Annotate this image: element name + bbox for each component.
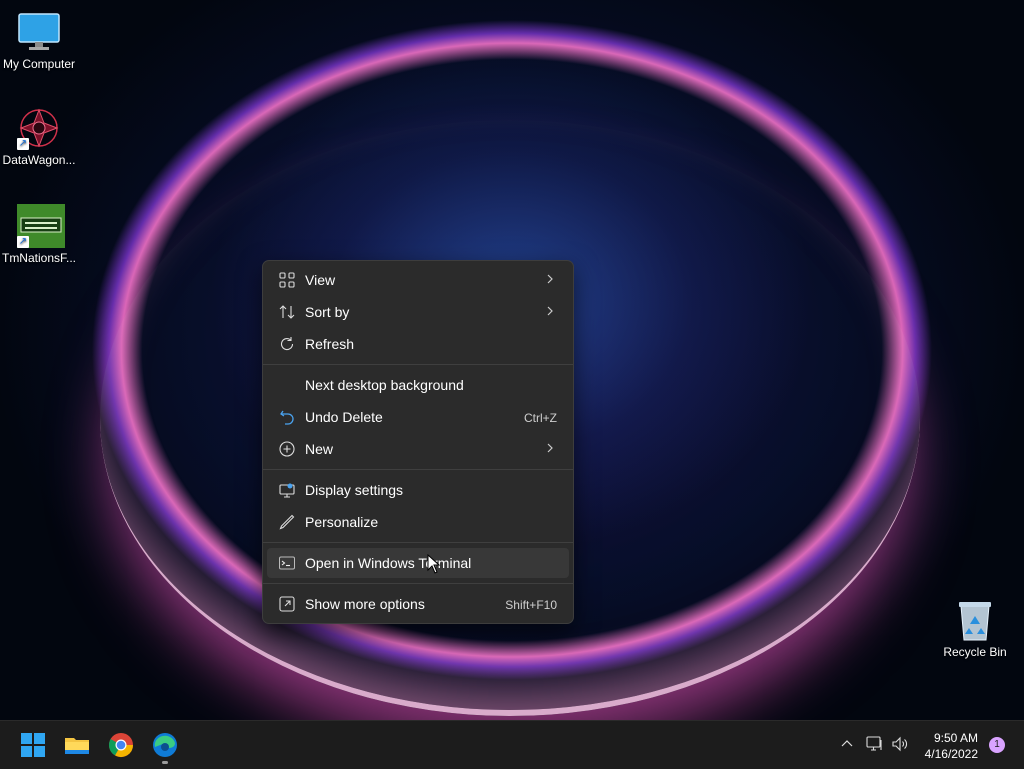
clock-time: 9:50 AM — [933, 731, 978, 745]
menu-separator — [263, 469, 573, 470]
plus-circle-icon — [279, 441, 295, 457]
menu-item-shortcut: Shift+F10 — [505, 598, 557, 612]
taskbar-clock[interactable]: 9:50 AM 4/16/2022 — [925, 730, 978, 762]
recycle-bin-icon — [953, 598, 997, 642]
chrome-icon[interactable] — [107, 731, 135, 759]
menu-item-view[interactable]: View — [267, 265, 569, 295]
desktop-icon-recycle-bin[interactable]: Recycle Bin — [936, 598, 1014, 659]
desktop-icon-datawagon[interactable]: ↗ DataWagon... — [0, 106, 78, 167]
menu-item-label: New — [305, 441, 334, 457]
menu-item-refresh[interactable]: Refresh — [267, 329, 569, 359]
menu-item-label: Sort by — [305, 304, 350, 320]
menu-item-shortcut: Ctrl+Z — [524, 411, 557, 425]
menu-item-label: Undo Delete — [305, 409, 383, 425]
desktop-icon-label: DataWagon... — [2, 153, 76, 167]
tmnations-app-icon: ↗ — [17, 204, 65, 248]
desktop-icon-tmnations[interactable]: ↗ TmNationsF... — [0, 204, 78, 265]
file-explorer-icon[interactable] — [63, 731, 91, 759]
start-icon[interactable] — [19, 731, 47, 759]
desktop-icon-label: My Computer — [2, 57, 76, 71]
shortcut-arrow-icon: ↗ — [17, 138, 29, 150]
chevron-right-icon — [545, 303, 555, 319]
clock-date: 4/16/2022 — [924, 747, 978, 761]
desktop-context-menu: View Sort by Refresh Next desktop backgr… — [262, 260, 574, 624]
shortcut-arrow-icon: ↗ — [17, 236, 29, 248]
pen-icon — [279, 514, 295, 530]
taskbar: 9:50 AM 4/16/2022 1 — [0, 720, 1024, 769]
desktop-icon-label: Recycle Bin — [943, 645, 1007, 659]
grid-icon — [279, 272, 295, 288]
menu-item-display-settings[interactable]: Display settings — [267, 475, 569, 505]
menu-item-personalize[interactable]: Personalize — [267, 507, 569, 537]
desktop-icon-label: TmNationsF... — [1, 251, 76, 265]
menu-item-label: Refresh — [305, 336, 355, 352]
terminal-icon — [279, 555, 295, 571]
volume-icon[interactable] — [891, 736, 909, 752]
menu-item-label: Next desktop background — [305, 377, 464, 393]
menu-item-next-desktop-background[interactable]: Next desktop background — [267, 370, 569, 400]
menu-separator — [263, 583, 573, 584]
menu-item-show-more-options[interactable]: Show more options Shift+F10 — [267, 589, 569, 619]
menu-item-label: View — [305, 272, 336, 288]
chevron-up-icon[interactable] — [840, 737, 854, 751]
menu-item-label: Show more options — [305, 596, 425, 612]
edge-icon[interactable] — [151, 731, 179, 764]
sort-icon — [279, 304, 295, 320]
menu-item-undo-delete[interactable]: Undo Delete Ctrl+Z — [267, 402, 569, 432]
menu-item-label: Personalize — [305, 514, 379, 530]
menu-item-new[interactable]: New — [267, 434, 569, 464]
expand-icon — [279, 596, 295, 612]
menu-separator — [263, 542, 573, 543]
chevron-right-icon — [545, 271, 555, 287]
menu-separator — [263, 364, 573, 365]
notification-badge[interactable]: 1 — [989, 737, 1005, 753]
chevron-right-icon — [545, 440, 555, 456]
running-indicator — [162, 761, 168, 764]
menu-item-open-in-windows-terminal[interactable]: Open in Windows Terminal — [267, 548, 569, 578]
refresh-icon — [279, 336, 295, 352]
menu-item-sort-by[interactable]: Sort by — [267, 297, 569, 327]
network-icon[interactable] — [866, 736, 884, 752]
datawagon-app-icon: ↗ — [17, 106, 61, 150]
monitor-icon — [17, 10, 61, 54]
menu-item-label: Open in Windows Terminal — [305, 555, 472, 571]
display-icon — [279, 482, 295, 498]
desktop-icon-my-computer[interactable]: My Computer — [0, 10, 78, 71]
undo-icon — [279, 409, 295, 425]
menu-item-label: Display settings — [305, 482, 404, 498]
mouse-cursor-icon — [427, 553, 441, 574]
